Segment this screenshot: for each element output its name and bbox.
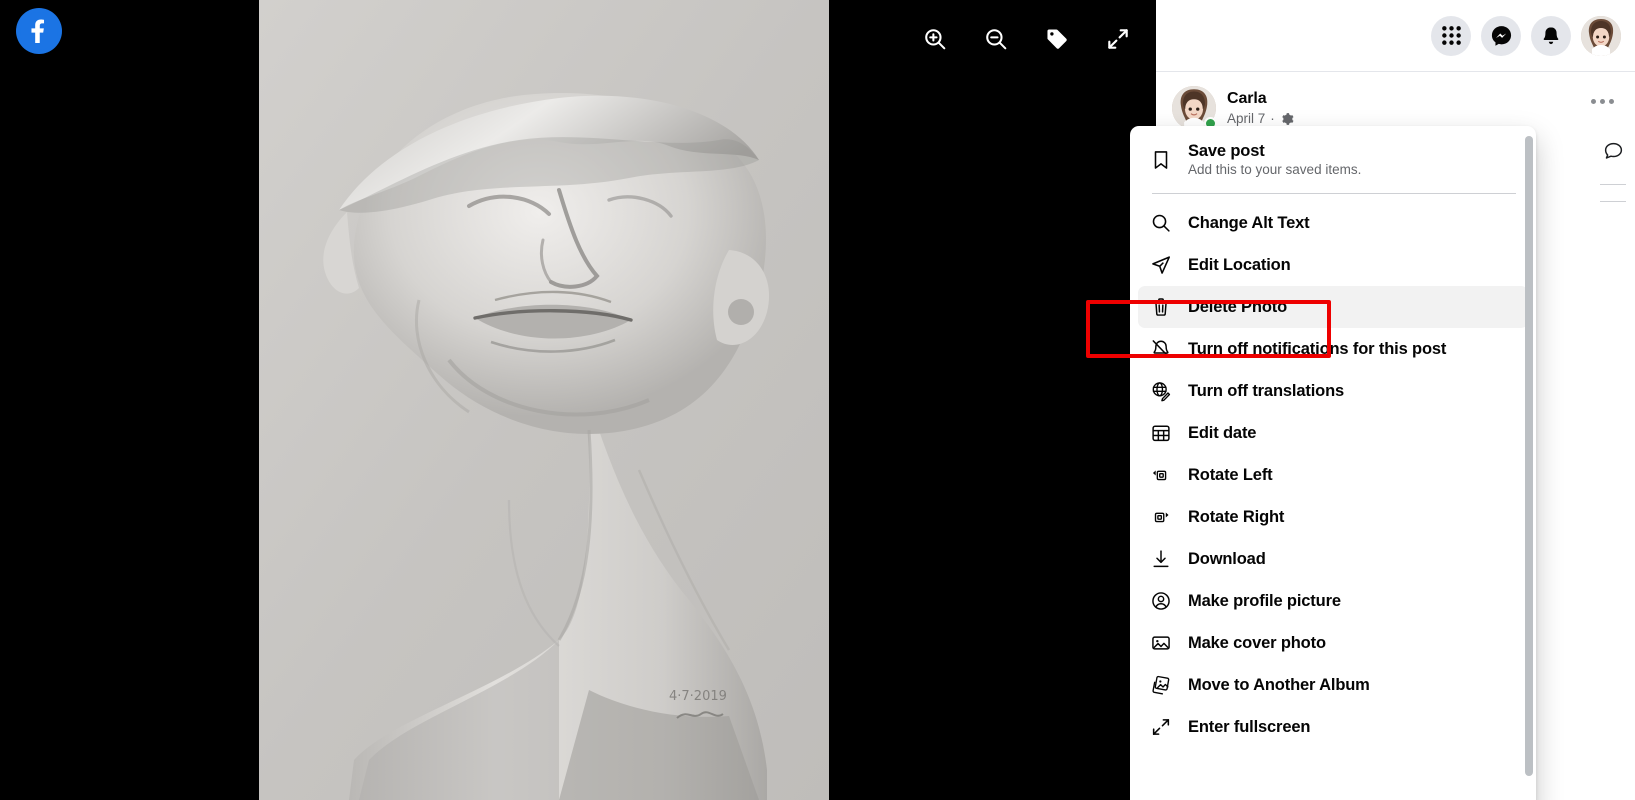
rotate-left-icon bbox=[1148, 462, 1174, 488]
menu-separator bbox=[1152, 193, 1516, 194]
menu-item-label: Delete Photo bbox=[1188, 297, 1288, 316]
person-circle-icon bbox=[1148, 588, 1174, 614]
menu-item-label: Download bbox=[1188, 549, 1266, 568]
menu-item-save-post[interactable]: Save post Add this to your saved items. bbox=[1138, 134, 1528, 185]
zoom-in-icon[interactable] bbox=[918, 22, 952, 56]
menu-item-make-profile-picture[interactable]: Make profile picture bbox=[1138, 580, 1528, 622]
expand-arrows-icon bbox=[1148, 714, 1174, 740]
screen-root: 4·7·2019 Carla April 7 · Save post Add t… bbox=[0, 0, 1635, 800]
rotate-right-icon bbox=[1148, 504, 1174, 530]
notifications-bell-icon[interactable] bbox=[1531, 15, 1571, 56]
menu-item-label: Turn off translations bbox=[1188, 381, 1345, 400]
ellipsis-icon bbox=[1590, 98, 1614, 104]
post-sidebar: Carla April 7 · Save post Add this to yo… bbox=[1130, 0, 1635, 800]
menu-item-label: Turn off notifications for this post bbox=[1188, 339, 1447, 358]
menu-item-label: Move to Another Album bbox=[1188, 675, 1370, 694]
photo-viewer: 4·7·2019 bbox=[0, 0, 1156, 800]
post-submeta: April 7 · bbox=[1227, 111, 1294, 128]
menu-item-rotate-right[interactable]: Rotate Right bbox=[1138, 496, 1528, 538]
menu-item-change-alt-text[interactable]: Change Alt Text bbox=[1138, 202, 1528, 244]
tag-icon[interactable] bbox=[1040, 22, 1074, 56]
menu-grid-icon[interactable] bbox=[1431, 15, 1471, 56]
menu-item-turn-off-notifications[interactable]: Turn off notifications for this post bbox=[1138, 328, 1528, 370]
messenger-icon[interactable] bbox=[1481, 15, 1521, 56]
album-stack-icon bbox=[1148, 672, 1174, 698]
menu-item-move-to-another-album[interactable]: Move to Another Album bbox=[1138, 664, 1528, 706]
globe-pencil-icon bbox=[1148, 378, 1174, 404]
menu-item-download[interactable]: Download bbox=[1138, 538, 1528, 580]
rail-divider bbox=[1600, 201, 1626, 202]
trash-icon bbox=[1148, 294, 1174, 320]
expand-icon[interactable] bbox=[1101, 22, 1135, 56]
download-icon bbox=[1148, 546, 1174, 572]
facebook-logo-icon[interactable] bbox=[16, 8, 62, 54]
post-actions-menu: Save post Add this to your saved items. … bbox=[1130, 126, 1536, 800]
calendar-icon bbox=[1148, 420, 1174, 446]
menu-item-edit-location[interactable]: Edit Location bbox=[1138, 244, 1528, 286]
search-icon bbox=[1148, 210, 1174, 236]
post-header: Carla April 7 · bbox=[1156, 72, 1635, 130]
bell-slash-icon bbox=[1148, 336, 1174, 362]
rail-divider bbox=[1600, 184, 1626, 185]
menu-item-edit-date[interactable]: Edit date bbox=[1138, 412, 1528, 454]
global-topbar bbox=[1156, 0, 1635, 72]
menu-item-label: Enter fullscreen bbox=[1188, 717, 1311, 736]
post-options-button[interactable] bbox=[1585, 84, 1619, 118]
bookmark-icon bbox=[1148, 147, 1174, 173]
photo-icon bbox=[1148, 630, 1174, 656]
menu-item-label: Rotate Left bbox=[1188, 465, 1273, 484]
send-arrow-icon bbox=[1148, 252, 1174, 278]
menu-scrollbar-thumb[interactable] bbox=[1525, 136, 1533, 776]
account-avatar[interactable] bbox=[1581, 15, 1621, 56]
menu-item-enter-fullscreen[interactable]: Enter fullscreen bbox=[1138, 706, 1528, 748]
comment-bubble-icon[interactable] bbox=[1603, 140, 1624, 166]
post-date[interactable]: April 7 bbox=[1227, 111, 1265, 128]
author-avatar[interactable] bbox=[1172, 86, 1217, 130]
menu-item-turn-off-translations[interactable]: Turn off translations bbox=[1138, 370, 1528, 412]
menu-item-text: Save post Add this to your saved items. bbox=[1188, 142, 1361, 177]
menu-item-label: Make cover photo bbox=[1188, 633, 1326, 652]
viewer-toolbar bbox=[918, 22, 1135, 56]
zoom-out-icon[interactable] bbox=[979, 22, 1013, 56]
sidebar-rail bbox=[1591, 130, 1635, 210]
menu-item-rotate-left[interactable]: Rotate Left bbox=[1138, 454, 1528, 496]
menu-item-delete-photo[interactable]: Delete Photo bbox=[1138, 286, 1528, 328]
gear-icon[interactable] bbox=[1280, 112, 1294, 126]
menu-item-label: Edit date bbox=[1188, 423, 1257, 442]
photo-image[interactable]: 4·7·2019 bbox=[259, 0, 829, 800]
menu-scrollbar[interactable] bbox=[1525, 136, 1533, 800]
svg-text:4·7·2019: 4·7·2019 bbox=[669, 689, 727, 704]
menu-item-label: Make profile picture bbox=[1188, 591, 1341, 610]
menu-list: Save post Add this to your saved items. … bbox=[1130, 134, 1536, 748]
menu-item-label: Edit Location bbox=[1188, 255, 1291, 274]
menu-item-sublabel: Add this to your saved items. bbox=[1188, 162, 1362, 177]
menu-item-label: Change Alt Text bbox=[1188, 213, 1310, 232]
menu-item-label: Save post bbox=[1188, 142, 1265, 160]
post-author-name[interactable]: Carla bbox=[1227, 89, 1294, 109]
menu-item-label: Rotate Right bbox=[1188, 507, 1285, 526]
post-meta: Carla April 7 · bbox=[1227, 89, 1294, 128]
meta-separator: · bbox=[1270, 110, 1275, 126]
menu-item-make-cover-photo[interactable]: Make cover photo bbox=[1138, 622, 1528, 664]
